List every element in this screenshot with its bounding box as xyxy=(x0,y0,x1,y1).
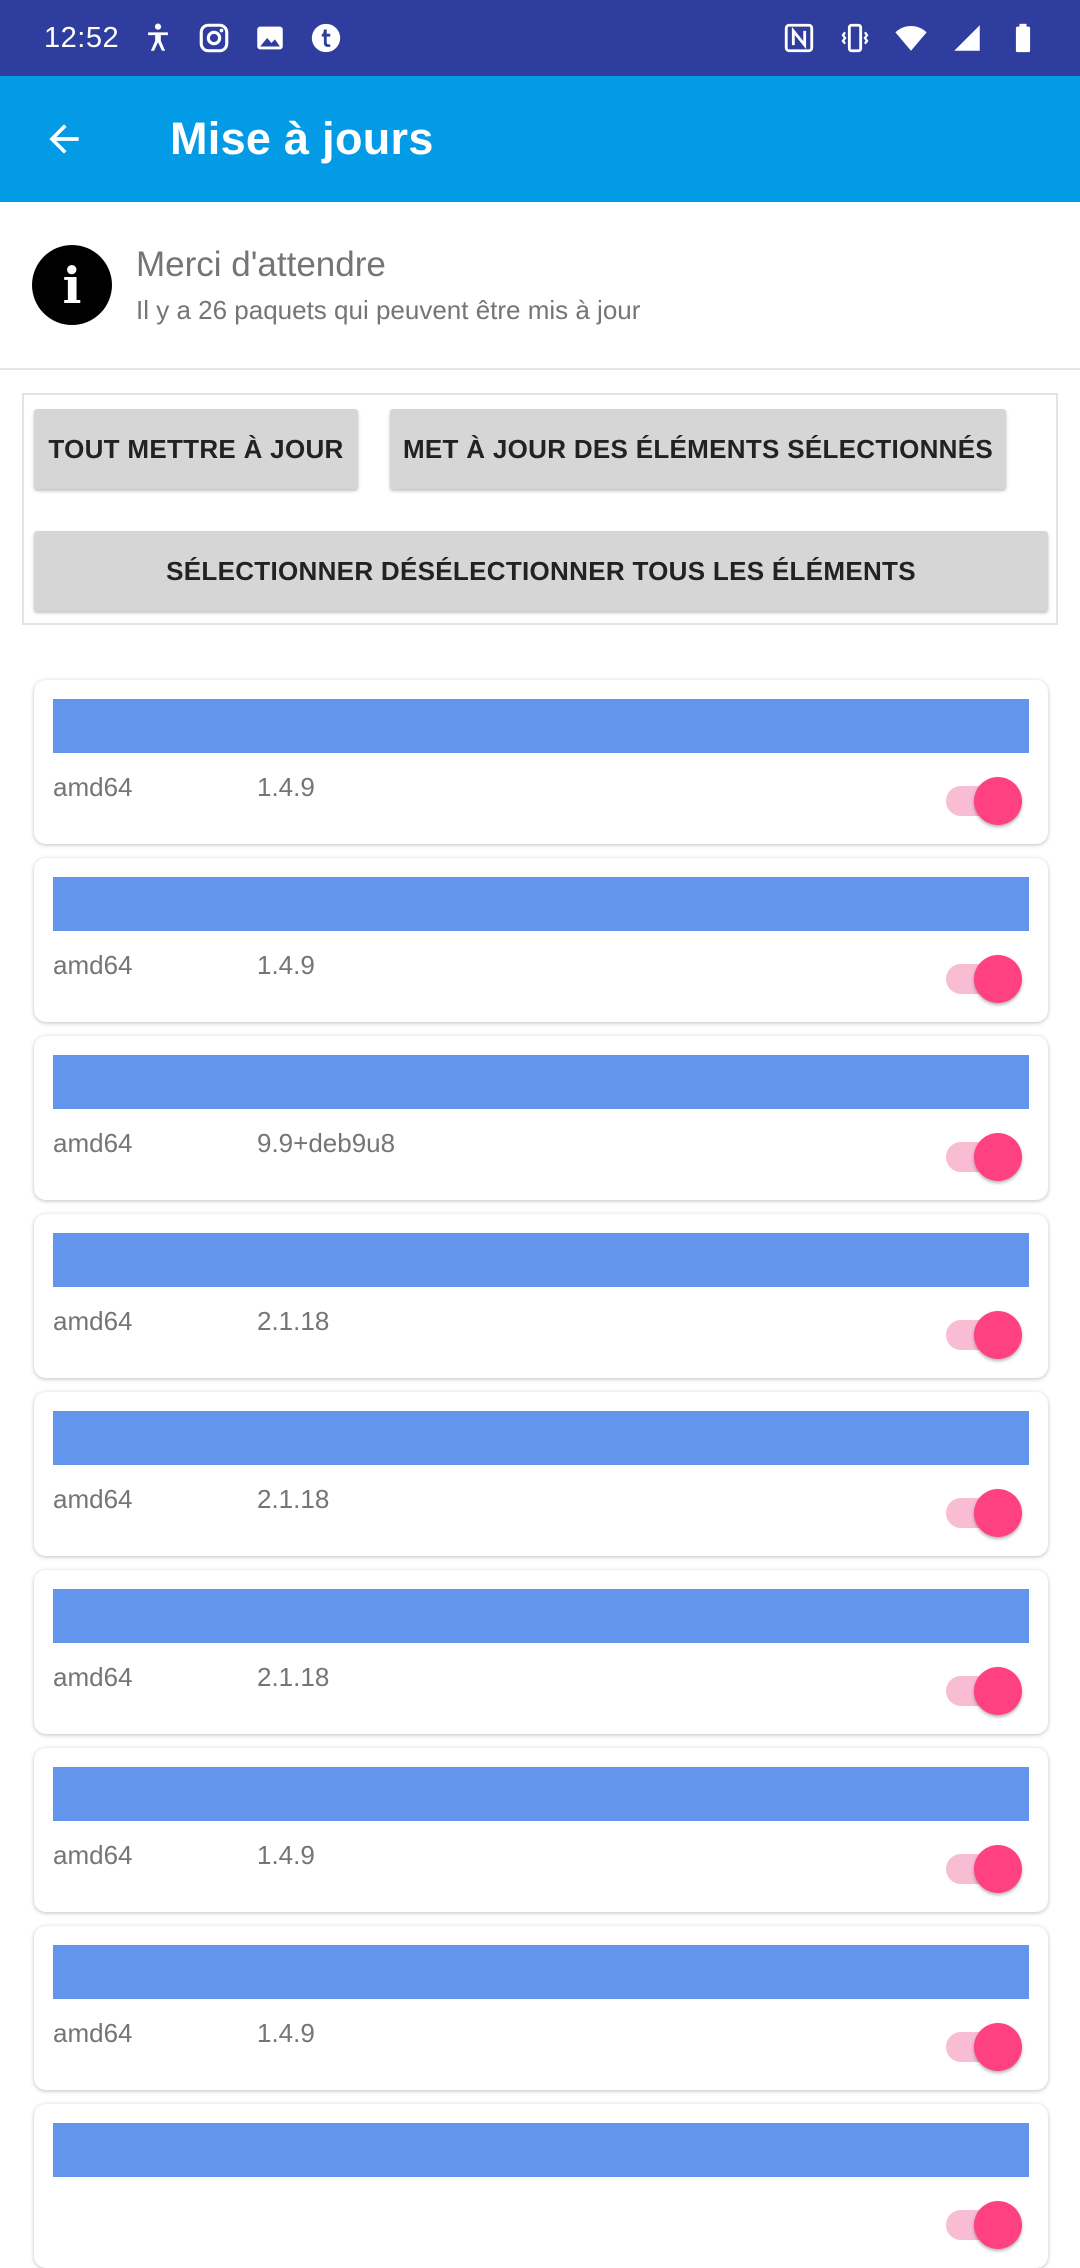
vibrate-icon xyxy=(838,21,872,55)
info-section: i Merci d'attendre Il y a 26 paquets qui… xyxy=(0,202,1080,370)
toggle-select-all-button[interactable]: SÉLECTIONNER DÉSÉLECTIONNER TOUS LES ÉLÉ… xyxy=(34,531,1048,611)
battery-icon xyxy=(1006,21,1040,55)
package-select-switch[interactable] xyxy=(946,1844,1022,1893)
package-arch: amd64 xyxy=(53,950,133,980)
package-select-switch[interactable] xyxy=(946,2022,1022,2071)
status-left: 12:52 xyxy=(44,21,343,55)
package-select-switch[interactable] xyxy=(946,1488,1022,1537)
package-select-switch[interactable] xyxy=(946,1310,1022,1359)
instagram-icon xyxy=(197,21,231,55)
package-select-switch[interactable] xyxy=(946,954,1022,1003)
package-card[interactable]: amd64 1.4.9 xyxy=(34,680,1048,844)
package-version: 9.9+deb9u8 xyxy=(257,1128,396,1158)
package-select-switch[interactable] xyxy=(946,2200,1022,2249)
package-name-bar xyxy=(53,1767,1029,1821)
package-version: 1.4.9 xyxy=(257,2018,315,2048)
package-card[interactable]: amd64 1.4.9 xyxy=(34,858,1048,1022)
status-right xyxy=(782,21,1040,55)
arrow-back-icon xyxy=(49,124,79,154)
package-name-bar xyxy=(53,699,1029,753)
package-arch: amd64 xyxy=(53,1484,133,1514)
package-name-bar xyxy=(53,2123,1029,2177)
package-arch: amd64 xyxy=(53,1662,133,1692)
package-name-bar xyxy=(53,1589,1029,1643)
package-card[interactable]: amd64 2.1.18 xyxy=(34,1214,1048,1378)
package-version: 2.1.18 xyxy=(257,1484,330,1514)
update-selected-button[interactable]: MET À JOUR DES ÉLÉMENTS SÉLECTIONNÉS xyxy=(390,409,1006,489)
status-time: 12:52 xyxy=(44,21,120,54)
info-text: Merci d'attendre Il y a 26 paquets qui p… xyxy=(136,245,640,326)
package-arch: amd64 xyxy=(53,2018,133,2048)
switch-thumb xyxy=(974,2201,1022,2249)
package-name-bar xyxy=(53,877,1029,931)
nfc-icon xyxy=(782,21,816,55)
button-panel: TOUT METTRE À JOUR MET À JOUR DES ÉLÉMEN… xyxy=(22,393,1058,625)
switch-thumb xyxy=(974,1311,1022,1359)
page-title: Mise à jours xyxy=(170,113,434,164)
package-name-bar xyxy=(53,1233,1029,1287)
switch-thumb xyxy=(974,1489,1022,1537)
package-select-switch[interactable] xyxy=(946,776,1022,825)
package-arch: amd64 xyxy=(53,1306,133,1336)
package-card[interactable]: amd64 1.4.9 xyxy=(34,1926,1048,2090)
package-card[interactable]: amd64 1.4.9 xyxy=(34,1748,1048,1912)
package-arch: amd64 xyxy=(53,1128,133,1158)
package-name-bar xyxy=(53,1945,1029,1999)
info-subtitle: Il y a 26 paquets qui peuvent être mis à… xyxy=(136,294,641,325)
accessibility-icon xyxy=(141,21,175,55)
switch-thumb xyxy=(974,777,1022,825)
package-version: 2.1.18 xyxy=(257,1306,330,1336)
package-card[interactable]: amd64 9.9+deb9u8 xyxy=(34,1036,1048,1200)
status-bar: 12:52 xyxy=(0,0,1080,76)
back-button[interactable] xyxy=(30,105,98,173)
package-version: 1.4.9 xyxy=(257,950,315,980)
package-card[interactable]: amd64 2.1.18 xyxy=(34,1392,1048,1556)
signal-icon xyxy=(950,21,984,55)
package-select-switch[interactable] xyxy=(946,1666,1022,1715)
package-version: 1.4.9 xyxy=(257,1840,315,1870)
image-icon xyxy=(253,21,287,55)
update-all-button[interactable]: TOUT METTRE À JOUR xyxy=(34,409,358,489)
package-card[interactable]: amd64 2.1.18 xyxy=(34,1570,1048,1734)
info-title: Merci d'attendre xyxy=(136,244,386,284)
info-icon: i xyxy=(32,245,112,325)
switch-thumb xyxy=(974,1845,1022,1893)
package-arch: amd64 xyxy=(53,1840,133,1870)
package-name-bar xyxy=(53,1055,1029,1109)
package-arch: amd64 xyxy=(53,772,133,802)
switch-thumb xyxy=(974,1667,1022,1715)
switch-thumb xyxy=(974,955,1022,1003)
package-card[interactable] xyxy=(34,2104,1048,2268)
package-select-switch[interactable] xyxy=(946,1132,1022,1181)
switch-thumb xyxy=(974,1133,1022,1181)
package-name-bar xyxy=(53,1411,1029,1465)
package-version: 2.1.18 xyxy=(257,1662,330,1692)
tumblr-icon xyxy=(309,21,343,55)
switch-thumb xyxy=(974,2023,1022,2071)
app-bar: Mise à jours xyxy=(0,76,1080,202)
package-version: 1.4.9 xyxy=(257,772,315,802)
wifi-icon xyxy=(894,21,928,55)
